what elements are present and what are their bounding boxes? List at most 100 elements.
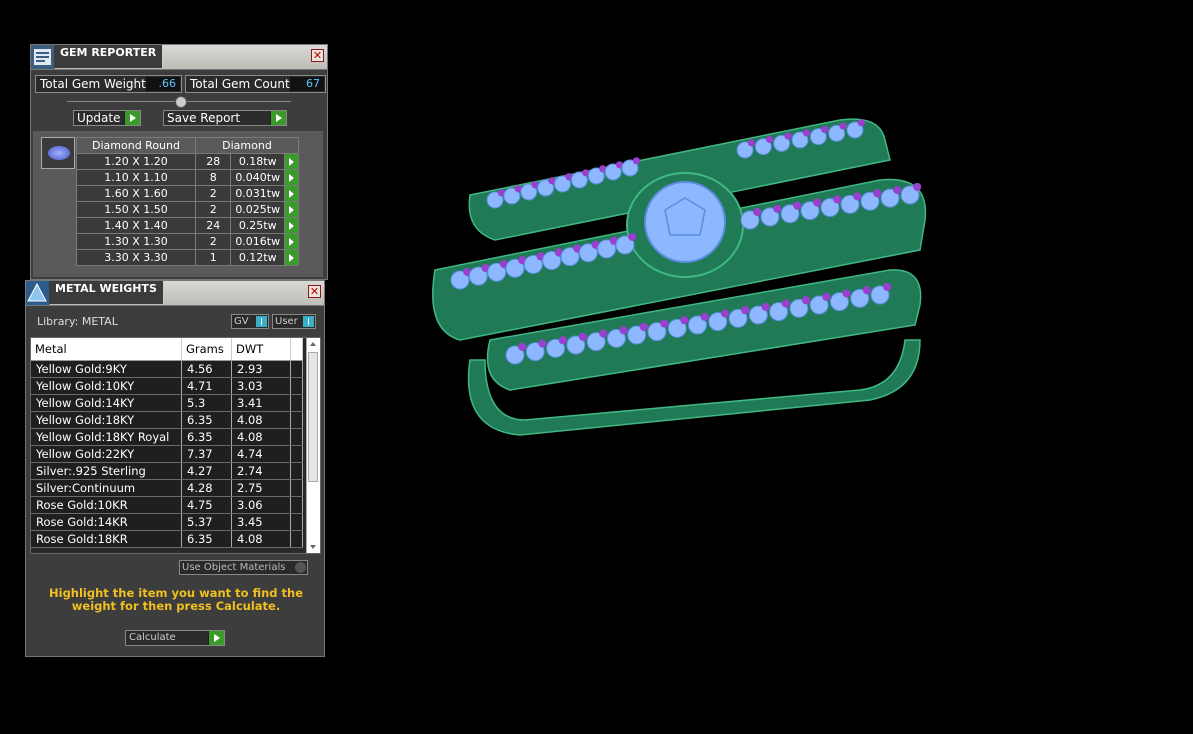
metal-col-header[interactable]: Metal — [31, 338, 182, 361]
update-button[interactable]: Update — [73, 110, 141, 126]
gem-header-type: Diamond — [195, 137, 299, 154]
prong — [821, 125, 829, 134]
library-label: Library: METAL — [37, 315, 118, 328]
save-report-button[interactable]: Save Report — [163, 110, 287, 126]
metal-grams: 6.35 — [181, 530, 232, 548]
metal-grams: 4.75 — [181, 496, 232, 514]
metal-row[interactable]: Rose Gold:14KR 5.37 3.45 — [31, 513, 303, 531]
gem-reporter-titlebar[interactable]: GEM REPORTER ✕ — [31, 45, 327, 70]
metal-dwt: 3.03 — [231, 377, 291, 395]
metal-row[interactable]: Rose Gold:10KR 4.75 3.06 — [31, 496, 303, 514]
gem-count: 24 — [194, 217, 232, 234]
metal-row[interactable]: Yellow Gold:18KY 6.35 4.08 — [31, 411, 303, 429]
gem-row[interactable]: 1.30 X 1.30 2 0.016tw — [76, 233, 299, 250]
metal-weights-titlebar[interactable]: METAL WEIGHTS ✕ — [26, 281, 324, 306]
scroll-down-arrow-icon[interactable] — [307, 541, 320, 553]
gem-weight: 0.040tw — [230, 169, 286, 186]
update-play-icon — [124, 111, 140, 125]
metal-dwt: 2.74 — [231, 462, 291, 480]
prong — [842, 289, 851, 298]
gem-row-go-icon[interactable] — [284, 153, 299, 170]
metal-row[interactable]: Yellow Gold:14KY 5.3 3.41 — [31, 394, 303, 412]
gem-row-go-icon[interactable] — [284, 233, 299, 250]
metal-row[interactable]: Yellow Gold:18KY Royal 6.35 4.08 — [31, 428, 303, 446]
metal-list[interactable]: Metal Grams DWT Yellow Gold:9KY 4.56 2.93 … — [30, 337, 321, 554]
metal-grams: 4.28 — [181, 479, 232, 497]
metal-dwt: 3.41 — [231, 394, 291, 412]
metal-dwt: 3.06 — [231, 496, 291, 514]
gem-weight: 0.18tw — [230, 153, 286, 170]
metal-name: Rose Gold:18KR — [31, 530, 182, 548]
metal-dwt: 4.08 — [231, 411, 291, 429]
scroll-up-arrow-icon[interactable] — [307, 338, 320, 350]
metal-name: Yellow Gold:10KY — [31, 377, 182, 395]
gem-weight: 0.016tw — [230, 233, 286, 250]
gem-row-go-icon[interactable] — [284, 249, 299, 266]
gem-count: 1 — [194, 249, 232, 266]
gem-row-go-icon[interactable] — [284, 217, 299, 234]
prong — [813, 198, 822, 207]
prong — [680, 316, 689, 325]
calculate-button[interactable]: Calculate — [125, 630, 225, 646]
total-gem-count-label: Total Gem Count — [190, 77, 290, 91]
gem-row[interactable]: 1.60 X 1.60 2 0.031tw — [76, 185, 299, 202]
metal-grams: 6.35 — [181, 428, 232, 446]
dwt-col-header[interactable]: DWT — [231, 338, 291, 361]
gem-row-go-icon[interactable] — [284, 169, 299, 186]
metal-name: Rose Gold:10KR — [31, 496, 182, 514]
gem-row[interactable]: 1.20 X 1.20 28 0.18tw — [76, 153, 299, 170]
user-toggle[interactable]: User — [272, 314, 316, 329]
gem-count: 28 — [194, 153, 232, 170]
diamond-round-thumbnail-icon[interactable] — [41, 137, 75, 169]
use-object-materials-toggle[interactable]: Use Object Materials — [179, 560, 308, 575]
gem-slider-handle[interactable] — [175, 96, 187, 108]
user-toggle-label: User — [275, 316, 298, 327]
gem-row-go-icon[interactable] — [284, 185, 299, 202]
metal-row[interactable]: Rose Gold:18KR 6.35 4.08 — [31, 530, 303, 548]
metal-grams: 4.56 — [181, 360, 232, 378]
gem-size: 1.30 X 1.30 — [76, 233, 196, 250]
metal-dwt: 4.08 — [231, 428, 291, 446]
gem-size: 1.60 X 1.60 — [76, 185, 196, 202]
prong — [558, 336, 567, 345]
metal-dwt: 2.75 — [231, 479, 291, 497]
prong — [628, 232, 637, 241]
metal-row[interactable]: Silver:Continuum 4.28 2.75 — [31, 479, 303, 497]
prong — [538, 339, 547, 348]
gem-row[interactable]: 1.10 X 1.10 8 0.040tw — [76, 169, 299, 186]
use-object-materials-label: Use Object Materials — [182, 562, 286, 573]
update-button-label: Update — [77, 111, 121, 125]
gem-list-area: Diamond Round Diamond 1.20 X 1.20 28 0.18t… — [33, 131, 323, 277]
gem-row[interactable]: 1.40 X 1.40 24 0.25tw — [76, 217, 299, 234]
metal-row[interactable]: Yellow Gold:9KY 4.56 2.93 — [31, 360, 303, 378]
gv-toggle[interactable]: GV — [231, 314, 269, 329]
user-indicator-icon — [303, 316, 314, 327]
gem-reporter-close-icon[interactable]: ✕ — [311, 49, 324, 62]
total-gem-count-field: Total Gem Count 67 — [185, 75, 326, 93]
metal-row[interactable]: Yellow Gold:10KY 4.71 3.03 — [31, 377, 303, 395]
metal-row[interactable]: Silver:.925 Sterling 4.27 2.74 — [31, 462, 303, 480]
prong — [793, 201, 802, 210]
metal-row[interactable]: Yellow Gold:22KY 7.37 4.74 — [31, 445, 303, 463]
scroll-thumb[interactable] — [308, 352, 318, 482]
prong — [839, 122, 847, 130]
gem-row-go-icon[interactable] — [284, 201, 299, 218]
prong — [781, 299, 790, 308]
prong — [761, 302, 770, 311]
grams-col-header[interactable]: Grams — [181, 338, 232, 361]
metal-list-scrollbar[interactable] — [306, 338, 320, 553]
ring-3d-model[interactable] — [400, 100, 960, 460]
metal-dwt: 4.08 — [231, 530, 291, 548]
prong — [599, 329, 608, 338]
metal-weights-close-icon[interactable]: ✕ — [308, 285, 321, 298]
gem-row[interactable]: 1.50 X 1.50 2 0.025tw — [76, 201, 299, 218]
metal-grams: 4.27 — [181, 462, 232, 480]
gem-count: 8 — [194, 169, 232, 186]
gem-size: 3.30 X 3.30 — [76, 249, 196, 266]
gem-table: Diamond Round Diamond 1.20 X 1.20 28 0.18t… — [76, 137, 299, 266]
calculate-hint: Highlight the item you want to find the … — [49, 586, 303, 613]
metal-dwt: 2.93 — [231, 360, 291, 378]
metal-grams: 5.37 — [181, 513, 232, 531]
gem-count: 2 — [194, 233, 232, 250]
gem-row[interactable]: 3.30 X 3.30 1 0.12tw — [76, 249, 299, 266]
